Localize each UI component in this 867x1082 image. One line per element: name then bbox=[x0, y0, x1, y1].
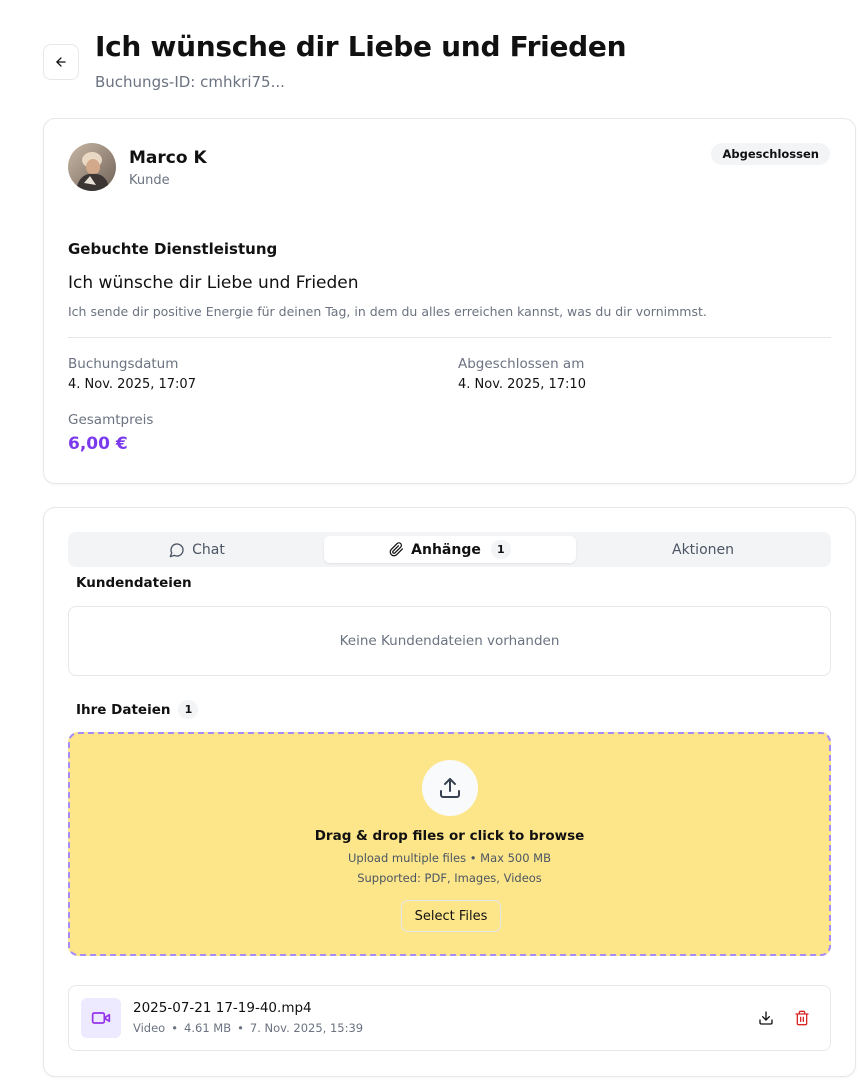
attachments-card: Chat Anhänge 1 Aktionen Kundendateien Ke… bbox=[43, 507, 856, 1077]
download-button[interactable] bbox=[755, 1007, 777, 1029]
page-title: Ich wünsche dir Liebe und Frieden bbox=[95, 30, 627, 63]
completed-date-value: 4. Nov. 2025, 17:10 bbox=[458, 377, 586, 392]
total-price-value: 6,00 € bbox=[68, 434, 128, 454]
service-name: Ich wünsche dir Liebe und Frieden bbox=[68, 273, 359, 293]
customer-files-title: Kundendateien bbox=[76, 575, 192, 591]
dropzone-supported: Supported: PDF, Images, Videos bbox=[357, 871, 542, 885]
your-files-count-badge: 1 bbox=[178, 700, 199, 719]
tab-chat[interactable]: Chat bbox=[72, 536, 322, 563]
booking-id: Buchungs-ID: cmhkri75... bbox=[95, 73, 285, 91]
arrow-left-icon bbox=[56, 57, 66, 67]
customer-name: Marco K bbox=[129, 148, 207, 168]
tab-label: Anhänge bbox=[411, 541, 481, 558]
booking-date-label: Buchungsdatum bbox=[68, 356, 179, 372]
delete-button[interactable] bbox=[791, 1007, 813, 1029]
file-meta: Video • 4.61 MB • 7. Nov. 2025, 15:39 bbox=[133, 1021, 364, 1035]
file-row: 2025-07-21 17-19-40.mp4 Video • 4.61 MB • 7.… bbox=[68, 985, 831, 1051]
status-badge: Abgeschlossen bbox=[711, 143, 830, 165]
completed-date-label: Abgeschlossen am bbox=[458, 356, 585, 372]
customer-files-empty: Keine Kundendateien vorhanden bbox=[68, 606, 831, 676]
avatar bbox=[68, 143, 116, 191]
chat-icon bbox=[169, 542, 184, 557]
divider bbox=[68, 337, 831, 338]
paperclip-icon bbox=[389, 542, 404, 557]
service-section-title: Gebuchte Dienstleistung bbox=[68, 240, 278, 258]
your-files-title: Ihre Dateien bbox=[76, 701, 171, 718]
back-button[interactable] bbox=[43, 44, 79, 80]
tab-label: Chat bbox=[192, 541, 225, 558]
booking-date-value: 4. Nov. 2025, 17:07 bbox=[68, 377, 196, 392]
customer-files-heading: Kundendateien bbox=[76, 575, 192, 591]
file-dropzone[interactable]: Drag & drop files or click to browse Upl… bbox=[68, 732, 831, 956]
upload-icon bbox=[422, 760, 478, 816]
attachments-count-badge: 1 bbox=[490, 540, 511, 559]
file-date: 7. Nov. 2025, 15:39 bbox=[249, 1021, 364, 1035]
dropzone-title: Drag & drop files or click to browse bbox=[314, 828, 585, 844]
service-description: Ich sende dir positive Energie für deine… bbox=[68, 304, 707, 319]
file-name: 2025-07-21 17-19-40.mp4 bbox=[133, 1000, 312, 1016]
tab-attachments[interactable]: Anhänge 1 bbox=[324, 536, 576, 563]
your-files-heading: Ihre Dateien 1 bbox=[76, 700, 199, 719]
dropzone-limits: Upload multiple files • Max 500 MB bbox=[347, 851, 551, 865]
file-type: Video bbox=[133, 1021, 166, 1035]
total-price-label: Gesamtpreis bbox=[68, 412, 154, 428]
booking-details-card: Marco K Kunde Abgeschlossen Gebuchte Die… bbox=[43, 118, 856, 484]
tab-actions[interactable]: Aktionen bbox=[578, 536, 828, 563]
trash-icon bbox=[795, 1010, 809, 1026]
select-files-button[interactable]: Select Files bbox=[401, 900, 501, 932]
video-icon bbox=[81, 998, 121, 1038]
download-icon bbox=[759, 1011, 773, 1025]
tab-label: Aktionen bbox=[672, 541, 734, 558]
customer-role: Kunde bbox=[129, 173, 170, 188]
file-size: 4.61 MB bbox=[184, 1021, 232, 1035]
tab-bar: Chat Anhänge 1 Aktionen bbox=[68, 532, 831, 567]
